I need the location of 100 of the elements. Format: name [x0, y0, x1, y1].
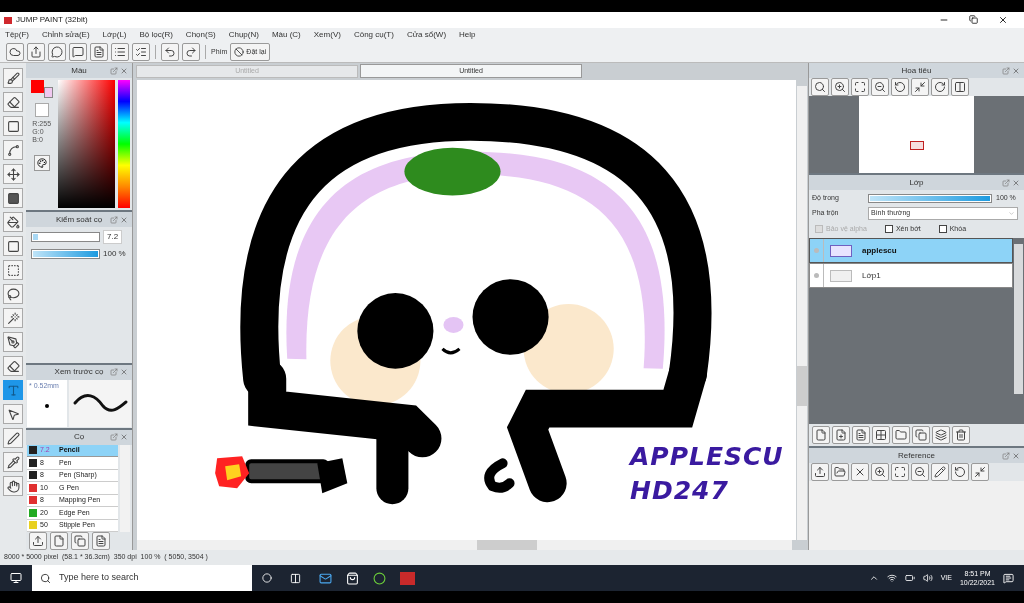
tool-button[interactable]	[3, 404, 23, 424]
panel-title: Hoa tiêu	[901, 64, 932, 77]
tool-button[interactable]	[3, 92, 23, 112]
upload-icon[interactable]	[29, 532, 47, 550]
tool-button[interactable]	[3, 308, 23, 328]
chevron-up-icon[interactable]	[868, 573, 879, 583]
actual-size-icon[interactable]	[811, 78, 829, 96]
menu-item[interactable]: Chụp(N)	[228, 29, 259, 41]
duplicate-icon[interactable]	[912, 426, 930, 444]
checklist-icon[interactable]	[132, 43, 150, 61]
tool-button[interactable]	[3, 260, 23, 280]
settings-file-icon[interactable]	[92, 532, 110, 550]
menu-item[interactable]: Công cụ(T)	[353, 29, 394, 41]
tone-layer-icon[interactable]	[872, 426, 890, 444]
tool-button[interactable]	[3, 284, 23, 304]
brush-size-slider[interactable]	[31, 232, 100, 242]
pencil-icon[interactable]	[931, 463, 949, 481]
reset-view-icon[interactable]	[911, 78, 929, 96]
horizontal-scrollbar[interactable]	[137, 540, 792, 550]
fit-icon[interactable]	[891, 463, 909, 481]
scrollbar[interactable]	[1014, 244, 1023, 394]
zoom-in-icon[interactable]	[871, 463, 889, 481]
close-icon[interactable]	[998, 15, 1008, 25]
menu-item[interactable]: Màu (C)	[271, 29, 301, 41]
zoom-in-icon[interactable]	[831, 78, 849, 96]
app-icon[interactable]	[373, 571, 386, 585]
notification-icon[interactable]	[1003, 572, 1014, 584]
menu-item[interactable]: Help	[459, 29, 476, 41]
foreground-color-swatch[interactable]	[30, 80, 44, 93]
reset-view-icon[interactable]	[971, 463, 989, 481]
tool-button[interactable]	[3, 236, 23, 256]
battery-icon[interactable]	[904, 573, 915, 583]
checkbox[interactable]	[884, 224, 893, 233]
rotate-icon[interactable]	[951, 463, 969, 481]
saturation-square[interactable]	[58, 80, 116, 208]
tool-button[interactable]	[3, 188, 23, 208]
tool-button[interactable]	[3, 116, 23, 136]
tool-button[interactable]	[3, 428, 23, 448]
rotate-left-icon[interactable]	[891, 78, 909, 96]
hue-bar[interactable]	[118, 80, 130, 208]
open-folder-icon[interactable]	[831, 463, 849, 481]
tool-button[interactable]	[3, 164, 23, 184]
menu-item[interactable]: Lớp(L)	[102, 29, 127, 41]
vertical-scrollbar[interactable]	[797, 86, 807, 540]
document-icon[interactable]	[90, 43, 108, 61]
new-layer-icon[interactable]	[812, 426, 830, 444]
cloud-icon[interactable]	[6, 43, 24, 61]
menu-item[interactable]: Chọn(S)	[185, 29, 216, 41]
zoom-out-icon[interactable]	[911, 463, 929, 481]
brush-size-field[interactable]: 7.2	[103, 230, 123, 244]
drawing-canvas[interactable]: APPLESCU HD247	[137, 80, 796, 540]
layer-row[interactable]: applescu	[809, 238, 1013, 263]
hand-icon	[6, 479, 20, 493]
add-layer-icon[interactable]	[832, 426, 850, 444]
curve-icon	[6, 143, 20, 157]
tool-button[interactable]	[3, 476, 23, 496]
palette-button[interactable]	[33, 155, 50, 171]
layer-row[interactable]: Lớp1	[809, 263, 1013, 288]
mail-icon[interactable]	[319, 571, 332, 585]
delete-icon[interactable]	[952, 426, 970, 444]
upload-icon[interactable]	[811, 463, 829, 481]
redo-icon[interactable]	[182, 43, 200, 61]
menu-item[interactable]: Xem(V)	[313, 29, 341, 41]
pen-icon	[6, 431, 20, 445]
merge-icon[interactable]	[932, 426, 950, 444]
undo-icon[interactable]	[161, 43, 179, 61]
text-layer-icon[interactable]	[852, 426, 870, 444]
filled-square-icon	[6, 191, 20, 205]
duplicate-icon[interactable]	[71, 532, 89, 550]
task-view-icon[interactable]	[290, 572, 301, 584]
background-color-swatch[interactable]	[43, 87, 53, 98]
speech-bubble-icon[interactable]	[48, 43, 66, 61]
new-file-icon[interactable]	[50, 532, 68, 550]
taskbar-search-field[interactable]: Type here to search	[32, 565, 252, 591]
network-icon[interactable]	[886, 573, 897, 583]
tool-button[interactable]	[3, 452, 23, 472]
tool-button[interactable]	[3, 140, 23, 160]
menu-item[interactable]: Chỉnh sửa(E)	[42, 29, 90, 41]
fit-icon[interactable]	[851, 78, 869, 96]
menu-item[interactable]: Tệp(F)	[5, 29, 29, 41]
move-icon	[6, 167, 20, 181]
pipette-icon	[6, 455, 20, 469]
comment-icon[interactable]	[69, 43, 87, 61]
menu-item[interactable]: Cửa sổ(W)	[406, 29, 447, 41]
volume-icon[interactable]	[922, 573, 933, 583]
rotate-right-icon[interactable]	[931, 78, 949, 96]
restore-icon[interactable]	[969, 15, 978, 24]
scrollbar[interactable]	[120, 444, 130, 532]
menu-item[interactable]: Bộ lọc(R)	[139, 29, 173, 41]
zoom-out-icon[interactable]	[871, 78, 889, 96]
tool-button[interactable]	[3, 212, 23, 232]
tool-button[interactable]	[3, 332, 23, 352]
flip-icon[interactable]	[951, 78, 969, 96]
close-icon[interactable]	[851, 463, 869, 481]
store-icon[interactable]	[346, 571, 359, 585]
tool-button[interactable]	[3, 68, 23, 88]
transparent-swatch[interactable]	[34, 103, 49, 117]
tool-button[interactable]	[3, 356, 23, 376]
list-icon[interactable]	[111, 43, 129, 61]
checkbox[interactable]	[938, 224, 947, 233]
